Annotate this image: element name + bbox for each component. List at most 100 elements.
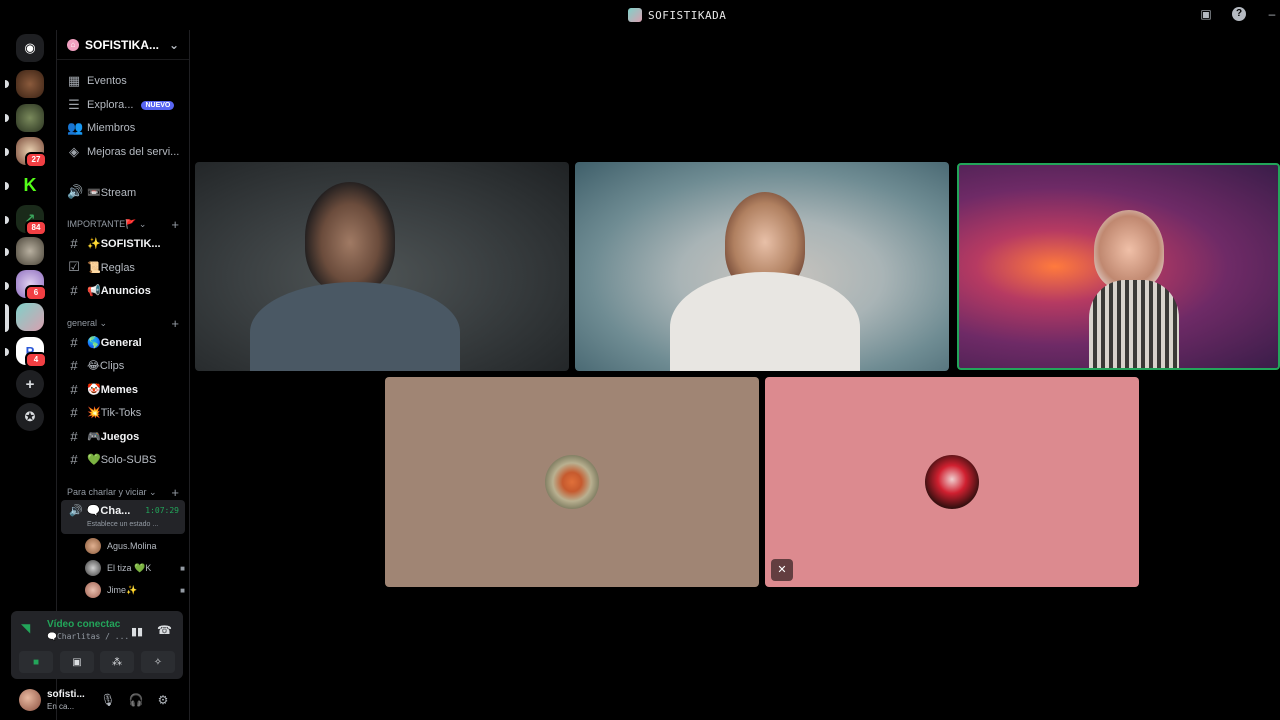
hash-icon: # xyxy=(70,404,78,420)
category-label: general xyxy=(67,317,98,328)
channel-clips[interactable]: # 😂Clips xyxy=(61,354,185,376)
channel-reglas[interactable]: ☑ 📜Reglas xyxy=(61,256,185,278)
voice-channel-active[interactable]: 🔊 🗨️Cha... 1:07:29 Establece un estado .… xyxy=(61,500,185,534)
guild-header[interactable]: ⌂ SOFISTIKA... ⌄ xyxy=(57,30,189,60)
participant-video xyxy=(1094,210,1164,290)
channel-juegos[interactable]: # 🎮Juegos xyxy=(61,425,185,447)
nav-boosts[interactable]: ◈ Mejoras del servi... xyxy=(61,141,185,163)
guild-icon: ⌂ xyxy=(67,38,79,51)
channel-label: 💚Solo-SUBS xyxy=(87,453,157,466)
nav-members[interactable]: 👥 Miembros xyxy=(61,117,185,139)
avatar xyxy=(545,455,599,509)
unread-pip xyxy=(5,80,9,88)
channel-sofistik[interactable]: # ✨SOFISTIK... xyxy=(61,232,185,254)
titlebar-controls: ▣ ? – xyxy=(1198,6,1280,22)
unread-pip xyxy=(5,348,9,356)
server-icon[interactable] xyxy=(16,104,44,132)
server-icon[interactable]: 27 xyxy=(16,137,47,168)
camera-icon: ■ xyxy=(180,563,185,573)
category-general[interactable]: general ⌄ + xyxy=(67,316,185,331)
category-importante[interactable]: IMPORTANTE🚩 ⌄ + xyxy=(67,217,185,232)
channel-stream[interactable]: 🔊 📼Stream xyxy=(61,181,185,203)
speaker-icon: 🔊 xyxy=(69,505,83,517)
minimize-icon[interactable]: – xyxy=(1264,6,1280,22)
voice-user[interactable]: Agus.Molina xyxy=(85,536,185,556)
disconnect-icon[interactable]: ☎ xyxy=(157,623,172,637)
headphones-icon[interactable]: 🎧 xyxy=(127,691,145,709)
title-bar: SOFISTIKADA ▣ ? – xyxy=(0,0,1280,30)
screen-share-button[interactable]: ▣ xyxy=(60,651,94,673)
activities-icon: ⁂ xyxy=(112,656,122,668)
mention-badge: 84 xyxy=(25,220,47,236)
channel-tiktoks[interactable]: # 💥Tik-Toks xyxy=(61,401,185,423)
soundboard-icon: ✧ xyxy=(153,656,163,668)
category-label: Para charlar y viciar xyxy=(67,486,147,497)
server-icon[interactable] xyxy=(16,237,44,265)
signal-icon[interactable]: ◥ xyxy=(21,621,37,637)
nav-explore[interactable]: ☰ Explora... NUEVO xyxy=(61,94,185,116)
help-icon[interactable]: ? xyxy=(1232,7,1246,21)
noise-suppression-icon[interactable]: ▮▮ xyxy=(131,625,143,638)
voice-connected-panel: ◥ Vídeo conectac 🗨️Charlitas / ... ▮▮ ☎ … xyxy=(11,611,183,679)
inbox-icon[interactable]: ▣ xyxy=(1198,6,1214,22)
channel-memes[interactable]: # 🤡Memes xyxy=(61,378,185,400)
channel-label: 🌎General xyxy=(87,336,142,349)
video-tile[interactable] xyxy=(195,162,569,371)
avatar xyxy=(925,455,979,509)
camera-icon: ■ xyxy=(180,585,185,595)
channel-general[interactable]: # 🌎General xyxy=(61,331,185,353)
server-icon[interactable] xyxy=(16,70,44,98)
add-channel-icon[interactable]: + xyxy=(171,485,185,500)
category-charlar[interactable]: Para charlar y viciar ⌄ + xyxy=(67,485,185,500)
nav-events[interactable]: ▦ Eventos xyxy=(61,70,185,92)
activities-button[interactable]: ⁂ xyxy=(100,651,134,673)
video-tile-speaking[interactable] xyxy=(957,163,1280,370)
voice-user[interactable]: El tiza 💚K ■ xyxy=(85,558,185,578)
avatar xyxy=(85,582,101,598)
channel-label: 📢Anuncios xyxy=(87,284,151,297)
hash-icon: # xyxy=(70,381,78,397)
hash-icon: # xyxy=(70,235,78,251)
voice-channel-name: 🔊 🗨️Cha... xyxy=(69,504,130,517)
add-channel-icon[interactable]: + xyxy=(171,316,185,331)
muted-microphone-icon: ✕ xyxy=(771,559,793,581)
voice-timer: 1:07:29 xyxy=(145,506,179,515)
channel-anuncios[interactable]: # 📢Anuncios xyxy=(61,279,185,301)
voice-user[interactable]: Jime✨ ■ xyxy=(85,580,185,600)
server-icon[interactable]: 6 xyxy=(16,270,47,301)
avatar[interactable] xyxy=(19,689,41,711)
video-tile-avatar[interactable] xyxy=(385,377,759,587)
server-avatar-icon xyxy=(628,8,642,22)
unread-pip xyxy=(5,148,9,156)
camera-button[interactable]: ■ xyxy=(19,651,53,673)
hash-icon: # xyxy=(70,451,78,467)
settings-gear-icon[interactable]: ⚙ xyxy=(154,691,172,709)
microphone-icon[interactable]: 🎙 xyxy=(99,691,117,709)
camera-icon: ■ xyxy=(32,656,40,668)
voice-channel-status[interactable]: Establece un estado ... xyxy=(87,521,158,528)
discover-icon[interactable]: ✪ xyxy=(16,403,44,431)
video-tile[interactable] xyxy=(575,162,949,371)
add-server-icon[interactable]: + xyxy=(16,370,44,398)
participant-video xyxy=(305,182,395,292)
boost-icon: ◈ xyxy=(69,144,79,159)
add-channel-icon[interactable]: + xyxy=(171,217,185,232)
kick-server-icon[interactable]: K xyxy=(16,171,44,199)
nav-label: Eventos xyxy=(87,75,127,87)
channel-solo-subs[interactable]: # 💚Solo-SUBS xyxy=(61,448,185,470)
soundboard-button[interactable]: ✧ xyxy=(141,651,175,673)
mention-badge: 6 xyxy=(25,285,47,301)
voice-channel-label: 🗨️Cha... xyxy=(86,505,131,517)
user-panel: sofisti... En ca... 🎙 🎧 ⚙ xyxy=(11,683,183,719)
server-icon[interactable]: P 4 xyxy=(16,337,47,368)
video-tile-avatar[interactable]: ✕ xyxy=(765,377,1139,587)
channel-label: 💥Tik-Toks xyxy=(87,406,142,419)
screen-share-icon: ▣ xyxy=(72,656,82,668)
server-icon-sofistikada[interactable] xyxy=(16,303,44,331)
channel-label: 📼Stream xyxy=(87,186,137,199)
discord-home-icon[interactable]: ◉ xyxy=(16,34,44,62)
window-title: SOFISTIKADA xyxy=(628,8,726,22)
server-icon[interactable]: ↗ 84 xyxy=(16,205,47,236)
window-title-text: SOFISTIKADA xyxy=(648,8,727,22)
voice-connected-channel[interactable]: 🗨️Charlitas / ... xyxy=(47,632,129,641)
